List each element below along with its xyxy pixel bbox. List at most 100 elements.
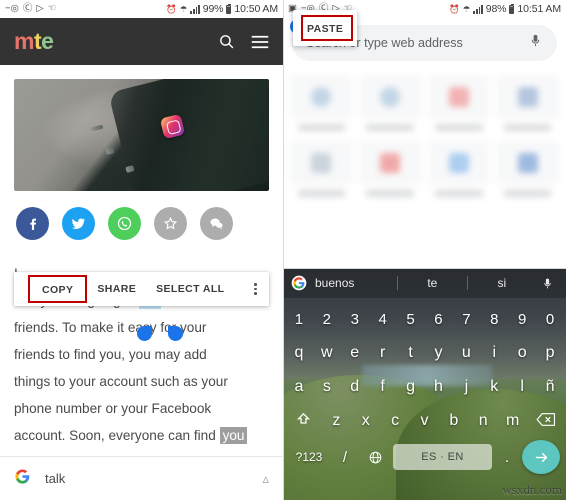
key-m[interactable]: m bbox=[498, 413, 527, 429]
key-y[interactable]: y bbox=[425, 345, 453, 361]
suggestion-1[interactable]: te bbox=[398, 276, 466, 290]
key-w[interactable]: w bbox=[313, 345, 341, 361]
share-twitter-button[interactable] bbox=[62, 207, 95, 240]
key-t[interactable]: t bbox=[397, 345, 425, 361]
key-i[interactable]: i bbox=[480, 345, 508, 361]
space-key[interactable]: ES · EN bbox=[393, 444, 492, 470]
key-icon: −◎ bbox=[5, 3, 19, 15]
chevron-up-icon[interactable]: ▵ bbox=[262, 471, 269, 487]
article-hero-image bbox=[14, 79, 269, 191]
keyboard-row-numbers: 1 2 3 4 5 6 7 8 9 0 bbox=[285, 302, 564, 336]
key-g[interactable]: g bbox=[397, 379, 425, 395]
tile-row-1 bbox=[290, 75, 559, 131]
panel-keyboard: buenos te si 1 2 3 4 5 6 7 8 9 0 q w e r… bbox=[283, 268, 566, 500]
flag-icon: ▷ bbox=[36, 3, 44, 15]
favorite-star-button[interactable] bbox=[154, 207, 187, 240]
copy-button[interactable]: COPY bbox=[32, 284, 83, 296]
watermark: wsxdn.com bbox=[502, 482, 562, 497]
keyboard-row-function: ?123 / ES · EN . bbox=[285, 438, 564, 476]
status-bar-left-icons: −◎ Ⓒ ▷ ☜ bbox=[5, 4, 56, 14]
search-query-label: talk bbox=[45, 471, 66, 486]
key-2[interactable]: 2 bbox=[313, 312, 341, 327]
key-n[interactable]: n bbox=[469, 413, 498, 429]
key-4[interactable]: 4 bbox=[369, 312, 397, 327]
phone-button-2 bbox=[105, 147, 115, 156]
search-icon[interactable] bbox=[218, 33, 235, 50]
highlighted-word-you: you bbox=[219, 427, 248, 444]
key-6[interactable]: 6 bbox=[425, 312, 453, 327]
logo-letter-e: e bbox=[41, 28, 54, 54]
enter-arrow-icon[interactable] bbox=[522, 440, 560, 474]
key-9[interactable]: 9 bbox=[508, 312, 536, 327]
google-search-bar[interactable]: talk ▵ bbox=[0, 456, 283, 500]
social-share-row bbox=[14, 191, 269, 252]
key-x[interactable]: x bbox=[351, 413, 380, 429]
key-v[interactable]: v bbox=[410, 413, 439, 429]
key-e[interactable]: e bbox=[341, 345, 369, 361]
shortcut-tile[interactable] bbox=[496, 141, 559, 197]
panel-divider-horizontal bbox=[283, 268, 566, 269]
key-c[interactable]: c bbox=[380, 413, 409, 429]
select-all-button[interactable]: SELECT ALL bbox=[146, 283, 234, 295]
key-b[interactable]: b bbox=[439, 413, 468, 429]
shortcut-tile[interactable] bbox=[358, 75, 422, 131]
key-j[interactable]: j bbox=[452, 379, 480, 395]
shortcut-tile[interactable] bbox=[290, 141, 353, 197]
article-line-4: friends to find you, you may add bbox=[14, 347, 207, 362]
numeric-mode-key[interactable]: ?123 bbox=[289, 450, 329, 464]
selection-handle-right[interactable] bbox=[168, 326, 183, 341]
share-whatsapp-button[interactable] bbox=[108, 207, 141, 240]
period-key[interactable]: . bbox=[496, 449, 518, 466]
key-o[interactable]: o bbox=[508, 345, 536, 361]
key-0[interactable]: 0 bbox=[536, 312, 564, 327]
key-q[interactable]: q bbox=[285, 345, 313, 361]
keyboard-row-bottom: z x c v b n m bbox=[285, 404, 564, 438]
key-d[interactable]: d bbox=[341, 379, 369, 395]
share-button[interactable]: SHARE bbox=[87, 283, 146, 295]
key-r[interactable]: r bbox=[369, 345, 397, 361]
backspace-icon[interactable] bbox=[527, 412, 564, 431]
virtual-keyboard: buenos te si 1 2 3 4 5 6 7 8 9 0 q w e r… bbox=[283, 268, 566, 500]
microphone-icon[interactable] bbox=[528, 33, 543, 53]
key-enye[interactable]: ñ bbox=[536, 379, 564, 395]
tile-row-2 bbox=[290, 141, 559, 197]
copy-annotation-box: COPY bbox=[28, 275, 88, 303]
overflow-menu-icon[interactable] bbox=[254, 283, 269, 295]
key-z[interactable]: z bbox=[322, 413, 351, 429]
key-l[interactable]: l bbox=[508, 379, 536, 395]
panel-browser-article: −◎ Ⓒ ▷ ☜ ⏰ ☂ 99% 10:50 AM mte COPY SHARE… bbox=[0, 0, 283, 500]
signal-icon bbox=[190, 4, 200, 14]
key-8[interactable]: 8 bbox=[480, 312, 508, 327]
shortcut-tile[interactable] bbox=[427, 141, 491, 197]
article-line-6: phone number or your Facebook bbox=[14, 401, 212, 416]
phone-button-1 bbox=[90, 124, 103, 131]
shortcut-tile[interactable] bbox=[496, 75, 559, 131]
signal-icon bbox=[473, 4, 483, 14]
suggestion-0[interactable]: buenos bbox=[315, 276, 397, 290]
key-u[interactable]: u bbox=[452, 345, 480, 361]
selection-handle-left[interactable] bbox=[137, 326, 152, 341]
key-5[interactable]: 5 bbox=[397, 312, 425, 327]
shortcut-tile[interactable] bbox=[427, 75, 491, 131]
suggestion-2[interactable]: si bbox=[468, 276, 536, 290]
key-s[interactable]: s bbox=[313, 379, 341, 395]
shortcut-tile[interactable] bbox=[358, 141, 422, 197]
key-7[interactable]: 7 bbox=[452, 312, 480, 327]
status-bar-right-icons: ⏰ ☂ 99% 10:50 AM bbox=[166, 3, 278, 15]
key-p[interactable]: p bbox=[536, 345, 564, 361]
key-k[interactable]: k bbox=[480, 379, 508, 395]
key-a[interactable]: a bbox=[285, 379, 313, 395]
share-facebook-button[interactable] bbox=[16, 207, 49, 240]
shift-icon[interactable] bbox=[285, 411, 322, 432]
shortcut-tile[interactable] bbox=[290, 75, 353, 131]
slash-key[interactable]: / bbox=[333, 449, 357, 466]
key-h[interactable]: h bbox=[425, 379, 453, 395]
comment-button[interactable] bbox=[200, 207, 233, 240]
hamburger-menu-icon[interactable] bbox=[251, 35, 269, 49]
key-1[interactable]: 1 bbox=[285, 312, 313, 327]
key-3[interactable]: 3 bbox=[341, 312, 369, 327]
key-f[interactable]: f bbox=[369, 379, 397, 395]
microphone-icon[interactable] bbox=[536, 277, 558, 290]
site-logo[interactable]: mte bbox=[14, 28, 54, 55]
globe-icon[interactable] bbox=[361, 450, 389, 465]
